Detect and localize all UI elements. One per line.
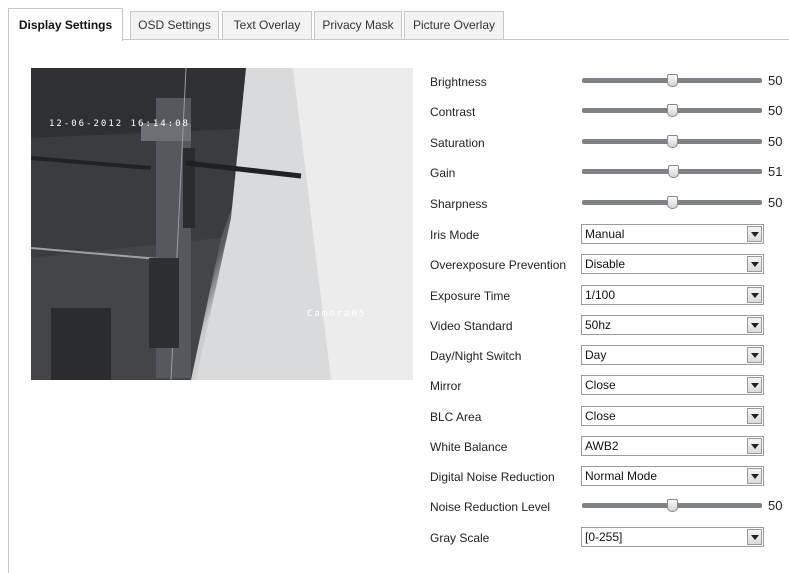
iris-mode-value: Manual (585, 227, 625, 241)
tab-privacy-mask[interactable]: Privacy Mask (314, 11, 402, 39)
gain-label: Gain (430, 166, 456, 180)
dropdown-arrow-icon[interactable] (747, 529, 762, 545)
noise-reduction-level-label: Noise Reduction Level (430, 500, 551, 514)
live-video-preview: 12-06-2012 16:14:08 Camera05 (31, 68, 413, 380)
gray-scale-label: Gray Scale (430, 531, 490, 545)
dropdown-arrow-icon[interactable] (747, 256, 762, 272)
tab-picture-overlay[interactable]: Picture Overlay (404, 11, 504, 39)
contrast-slider-thumb[interactable] (667, 104, 678, 117)
camera-scene-image (31, 68, 413, 380)
saturation-label: Saturation (430, 136, 485, 150)
dropdown-arrow-icon[interactable] (747, 438, 762, 454)
contrast-label: Contrast (430, 105, 476, 119)
day-night-switch-label: Day/Night Switch (430, 349, 522, 363)
saturation-value: 50 (768, 134, 783, 149)
day-night-switch-select[interactable]: Day (581, 345, 764, 365)
digital-noise-reduction-select[interactable]: Normal Mode (581, 466, 764, 486)
tab-bar: Display Settings OSD Settings Text Overl… (8, 8, 789, 41)
dropdown-arrow-icon[interactable] (747, 317, 762, 333)
video-standard-label: Video Standard (430, 319, 513, 333)
gain-slider-thumb[interactable] (668, 165, 679, 178)
digital-noise-reduction-label: Digital Noise Reduction (430, 470, 555, 484)
white-balance-label: White Balance (430, 440, 508, 454)
mirror-label: Mirror (430, 379, 462, 393)
blc-area-select[interactable]: Close (581, 406, 764, 426)
brightness-value: 50 (768, 73, 783, 88)
brightness-label: Brightness (430, 75, 487, 89)
exposure-time-label: Exposure Time (430, 289, 511, 303)
dropdown-arrow-icon[interactable] (747, 287, 762, 303)
overexposure-prevention-label: Overexposure Prevention (430, 258, 567, 272)
gray-scale-value: [0-255] (585, 530, 623, 544)
mirror-value: Close (585, 378, 616, 392)
video-standard-select[interactable]: 50hz (581, 315, 764, 335)
video-standard-value: 50hz (585, 318, 612, 332)
iris-mode-select[interactable]: Manual (581, 224, 764, 244)
overexposure-prevention-select[interactable]: Disable (581, 254, 764, 274)
dropdown-arrow-icon[interactable] (747, 226, 762, 242)
tab-text-overlay[interactable]: Text Overlay (222, 11, 312, 39)
dropdown-arrow-icon[interactable] (747, 347, 762, 363)
sharpness-value: 50 (768, 195, 783, 210)
dropdown-arrow-icon[interactable] (747, 408, 762, 424)
tab-osd-settings[interactable]: OSD Settings (130, 11, 219, 39)
white-balance-select[interactable]: AWB2 (581, 436, 764, 456)
content-left-border (8, 40, 9, 573)
tab-display-settings[interactable]: Display Settings (8, 8, 123, 41)
mirror-select[interactable]: Close (581, 375, 764, 395)
contrast-value: 50 (768, 103, 783, 118)
blc-area-label: BLC Area (430, 410, 482, 424)
overexposure-prevention-value: Disable (585, 257, 626, 271)
white-balance-value: AWB2 (585, 439, 619, 453)
brightness-slider-thumb[interactable] (667, 74, 678, 87)
day-night-switch-value: Day (585, 348, 607, 362)
dropdown-arrow-icon[interactable] (747, 468, 762, 484)
exposure-time-select[interactable]: 1/100 (581, 285, 764, 305)
tab-bar-divider (8, 39, 789, 40)
sharpness-label: Sharpness (430, 197, 488, 211)
gray-scale-select[interactable]: [0-255] (581, 527, 764, 547)
osd-camera-name: Camera05 (307, 309, 367, 319)
osd-timestamp: 12-06-2012 16:14:08 (49, 119, 190, 129)
iris-mode-label: Iris Mode (430, 228, 480, 242)
noise-reduction-level-value: 50 (768, 498, 783, 513)
digital-noise-reduction-value: Normal Mode (585, 469, 658, 483)
saturation-slider-thumb[interactable] (667, 135, 678, 148)
noise-reduction-level-slider-thumb[interactable] (667, 499, 678, 512)
dropdown-arrow-icon[interactable] (747, 377, 762, 393)
sharpness-slider-thumb[interactable] (667, 196, 678, 209)
exposure-time-value: 1/100 (585, 288, 616, 302)
blc-area-value: Close (585, 409, 616, 423)
gain-value: 51 (768, 164, 783, 179)
